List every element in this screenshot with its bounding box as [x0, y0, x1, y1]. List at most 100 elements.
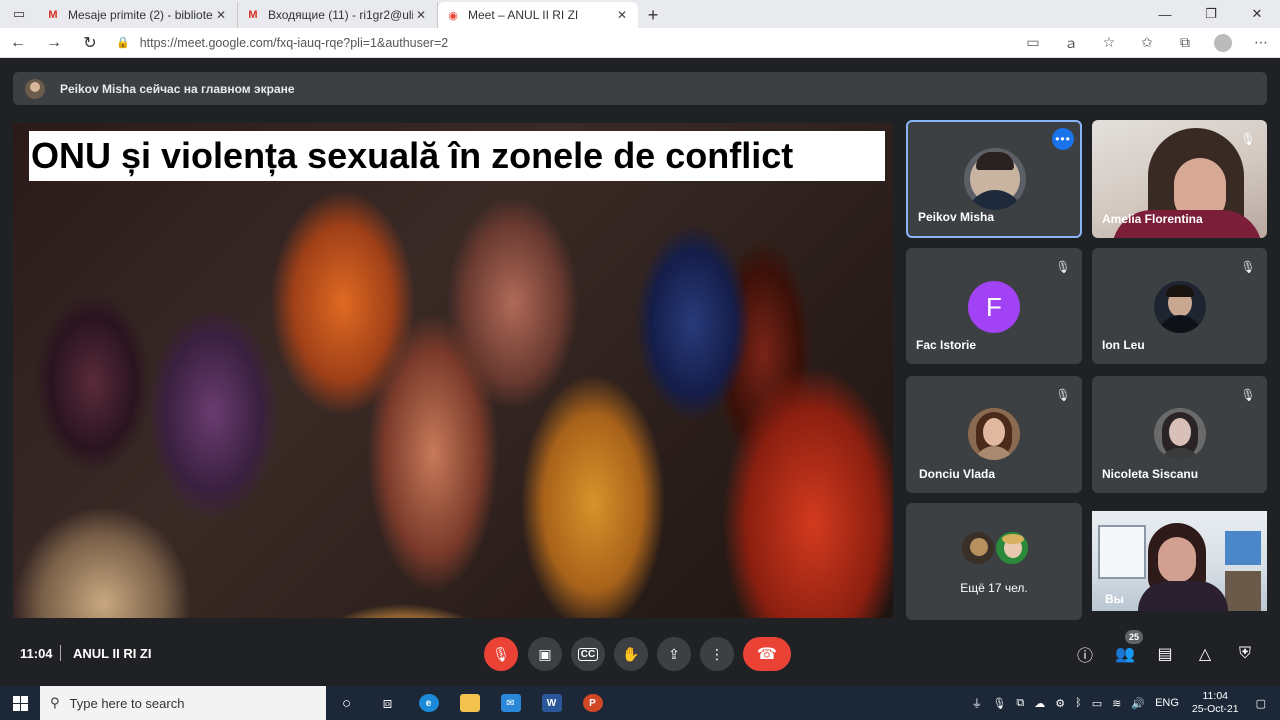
collections-icon[interactable]: ⧉: [1166, 28, 1204, 58]
camera-toggle-button[interactable]: ▣: [528, 637, 562, 671]
video-feed: [1098, 525, 1146, 579]
present-now-button[interactable]: ⇪: [657, 637, 691, 671]
wifi-icon[interactable]: ≋: [1112, 697, 1121, 710]
favorite-add-icon[interactable]: ☆: [1090, 28, 1128, 58]
host-controls-button[interactable]: ⛨: [1231, 640, 1259, 668]
task-view-icon[interactable]: ⧈: [367, 686, 408, 720]
captions-button[interactable]: CC: [571, 637, 605, 671]
more-options-icon[interactable]: •••: [1052, 128, 1074, 150]
url-text: https://meet.google.com/fxq-iauq-rqe?pli…: [139, 35, 449, 50]
leave-call-button[interactable]: ☎: [743, 637, 791, 671]
avatar: [968, 408, 1020, 460]
meeting-controls-bar: 11:04 ANUL II RI ZI 🎙 ▣ CC ✋ ⇪ ⋮ ☎ ⓘ 👥 2…: [0, 630, 1280, 678]
camera-icon[interactable]: ▭: [1014, 28, 1052, 58]
participant-name: Nicoleta Siscanu: [1102, 467, 1199, 481]
meeting-clock: 11:04: [20, 646, 53, 661]
avatar: [1154, 408, 1206, 460]
chat-icon: ▤: [1157, 646, 1173, 663]
mic-off-icon: 🎙: [1240, 388, 1256, 402]
file-explorer-app[interactable]: [449, 686, 490, 720]
close-icon[interactable]: ✕: [413, 8, 429, 22]
slide-title: ONU și violența sexuală în zonele de con…: [29, 131, 885, 181]
read-aloud-icon[interactable]: ａ: [1052, 28, 1090, 58]
tab-gmail-1[interactable]: M Mesaje primite (2) - biblioteca@ ✕: [38, 2, 238, 28]
participant-tile[interactable]: ••• Peikov Misha: [906, 120, 1082, 238]
volume-icon[interactable]: 🔊: [1131, 697, 1145, 710]
language-indicator[interactable]: ENG: [1155, 697, 1179, 709]
shapes-icon: △: [1198, 646, 1212, 663]
powerpoint-app[interactable]: P: [572, 686, 613, 720]
more-options-button[interactable]: ⋮: [700, 637, 734, 671]
lock-icon[interactable]: 🔒: [116, 36, 130, 49]
edge-app[interactable]: e: [408, 686, 449, 720]
participant-tile[interactable]: F 🎙 Fac Istorie: [906, 248, 1082, 364]
system-tray: ⏚ 🎙 ⧉ ☁ ⚙ ᛒ ▭ ≋ 🔊 ENG 11:04 25-Oct-21 ▢: [966, 686, 1280, 720]
maximize-icon[interactable]: ❐: [1188, 0, 1234, 28]
mic-off-icon: 🎙: [1055, 388, 1071, 402]
screen-icon[interactable]: ⧉: [1016, 697, 1024, 710]
tab-meet[interactable]: ◉ Meet – ANUL II RI ZI ✕: [438, 2, 638, 28]
people-icon: 👥: [1115, 646, 1135, 663]
profile-icon[interactable]: [1204, 28, 1242, 58]
more-participants-tile[interactable]: Ещё 17 чел.: [906, 503, 1082, 620]
gmail-icon: M: [48, 9, 58, 21]
participant-name: Donciu Vlada: [919, 467, 996, 481]
new-tab-icon[interactable]: +: [638, 2, 668, 28]
powerpoint-icon: P: [582, 694, 603, 712]
taskbar-clock[interactable]: 11:04 25-Oct-21: [1192, 690, 1239, 716]
settings-more-icon[interactable]: ⋯: [1242, 28, 1280, 58]
microphone-icon[interactable]: 🎙: [992, 697, 1006, 710]
tab-actions-icon[interactable]: ▭: [0, 0, 38, 28]
meeting-info-button[interactable]: ⓘ: [1071, 640, 1099, 668]
battery-icon[interactable]: ▭: [1092, 697, 1102, 710]
hang-up-icon: ☎: [757, 646, 777, 663]
participant-tile[interactable]: 🎙 Nicoleta Siscanu: [1092, 376, 1267, 493]
tab-title: Mesaje primite (2) - biblioteca@: [68, 8, 213, 22]
activities-button[interactable]: △: [1191, 640, 1219, 668]
reload-icon[interactable]: ↻: [72, 28, 108, 58]
gmail-icon: M: [248, 9, 258, 21]
participant-tile[interactable]: 🎙 Amelia Florentina: [1092, 120, 1267, 238]
bluetooth-icon[interactable]: ᛒ: [1075, 697, 1082, 709]
participant-name: Ion Leu: [1102, 338, 1145, 352]
mail-icon: ✉: [500, 694, 521, 712]
video-feed: [1225, 531, 1261, 565]
participant-tile[interactable]: 🎙 Donciu Vlada: [906, 376, 1082, 493]
search-placeholder: Type here to search: [69, 695, 185, 711]
forward-icon[interactable]: →: [36, 28, 72, 58]
word-app[interactable]: W: [531, 686, 572, 720]
avatar: [25, 78, 45, 99]
back-icon[interactable]: ←: [0, 28, 36, 58]
taskbar-search[interactable]: ⚲ Type here to search: [40, 686, 326, 720]
usb-icon[interactable]: ⏚: [971, 695, 982, 711]
video-camera-icon: ▣: [538, 645, 552, 662]
tab-title: Входящие (11) - ri1gr2@ulim.m: [268, 8, 413, 22]
raise-hand-button[interactable]: ✋: [614, 637, 648, 671]
mic-toggle-button[interactable]: 🎙: [484, 637, 518, 671]
url-field[interactable]: 🔒 https://meet.google.com/fxq-iauq-rqe?p…: [108, 31, 1006, 55]
cortana-icon[interactable]: ○: [326, 686, 367, 720]
windows-icon: [12, 695, 28, 711]
edge-icon: e: [418, 694, 439, 712]
start-button[interactable]: [0, 686, 40, 720]
participant-tile[interactable]: 🎙 Ion Leu: [1092, 248, 1267, 364]
window-close-icon[interactable]: ✕: [1234, 0, 1280, 28]
tab-gmail-2[interactable]: M Входящие (11) - ri1gr2@ulim.m ✕: [238, 2, 438, 28]
search-icon: ⚲: [50, 695, 60, 710]
settings-icon[interactable]: ⚙: [1055, 697, 1065, 710]
favorites-icon[interactable]: ✩: [1128, 28, 1166, 58]
close-icon[interactable]: ✕: [213, 8, 229, 22]
onedrive-icon[interactable]: ☁: [1034, 697, 1045, 710]
mail-app[interactable]: ✉: [490, 686, 531, 720]
notifications-icon[interactable]: ▢: [1256, 697, 1266, 710]
clock-date: 25-Oct-21: [1191, 703, 1239, 715]
self-view-tile[interactable]: 🎙 Вы: [1092, 511, 1267, 611]
minimize-icon[interactable]: —: [1142, 0, 1188, 28]
browser-tab-bar: ▭ M Mesaje primite (2) - biblioteca@ ✕ M…: [0, 0, 1280, 28]
video-feed: [1158, 537, 1196, 583]
participants-button[interactable]: 👥: [1111, 640, 1139, 668]
avatar: [995, 531, 1029, 565]
chat-button[interactable]: ▤: [1151, 640, 1179, 668]
present-icon: ⇪: [668, 645, 680, 662]
close-icon[interactable]: ✕: [614, 8, 630, 22]
